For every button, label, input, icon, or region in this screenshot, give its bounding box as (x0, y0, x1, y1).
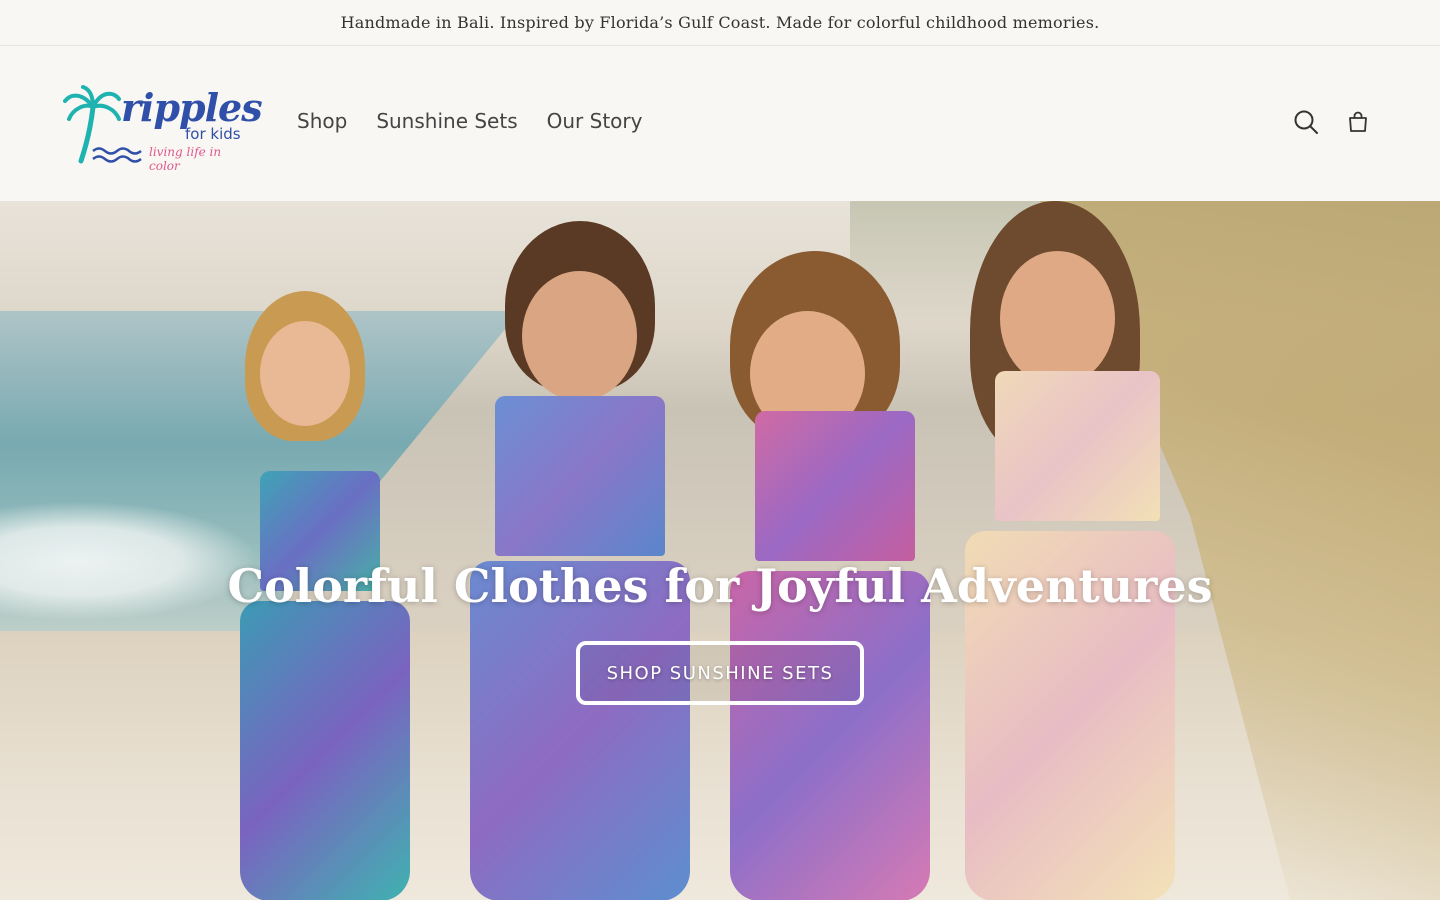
logo-tagline: living life in color (149, 145, 222, 173)
nav-item-sunshine-sets[interactable]: Sunshine Sets (376, 109, 517, 133)
search-icon (1294, 110, 1318, 134)
nav-item-our-story[interactable]: Our Story (547, 109, 643, 133)
waves-icon (92, 147, 142, 163)
announcement-text: Handmade in Bali. Inspired by Florida’s … (340, 13, 1100, 32)
hero-image (0, 201, 1440, 900)
announcement-bar: Handmade in Bali. Inspired by Florida’s … (0, 0, 1440, 46)
shop-sunshine-sets-button[interactable]: SHOP SUNSHINE SETS (576, 641, 864, 705)
site-logo[interactable]: ripples for kids living life in color (63, 85, 263, 173)
site-header: ripples for kids living life in color Sh… (0, 47, 1440, 201)
cart-button[interactable] (1343, 107, 1373, 137)
nav-item-shop[interactable]: Shop (297, 109, 347, 133)
hero-banner: Colorful Clothes for Joyful Adventures S… (0, 201, 1440, 900)
logo-wordmark: ripples (121, 85, 263, 130)
hero-title: Colorful Clothes for Joyful Adventures (227, 559, 1213, 613)
cart-icon (1349, 111, 1367, 132)
main-nav: Shop Sunshine Sets Our Story (297, 109, 642, 133)
logo-subtitle: for kids (185, 125, 241, 143)
search-button[interactable] (1291, 107, 1321, 137)
